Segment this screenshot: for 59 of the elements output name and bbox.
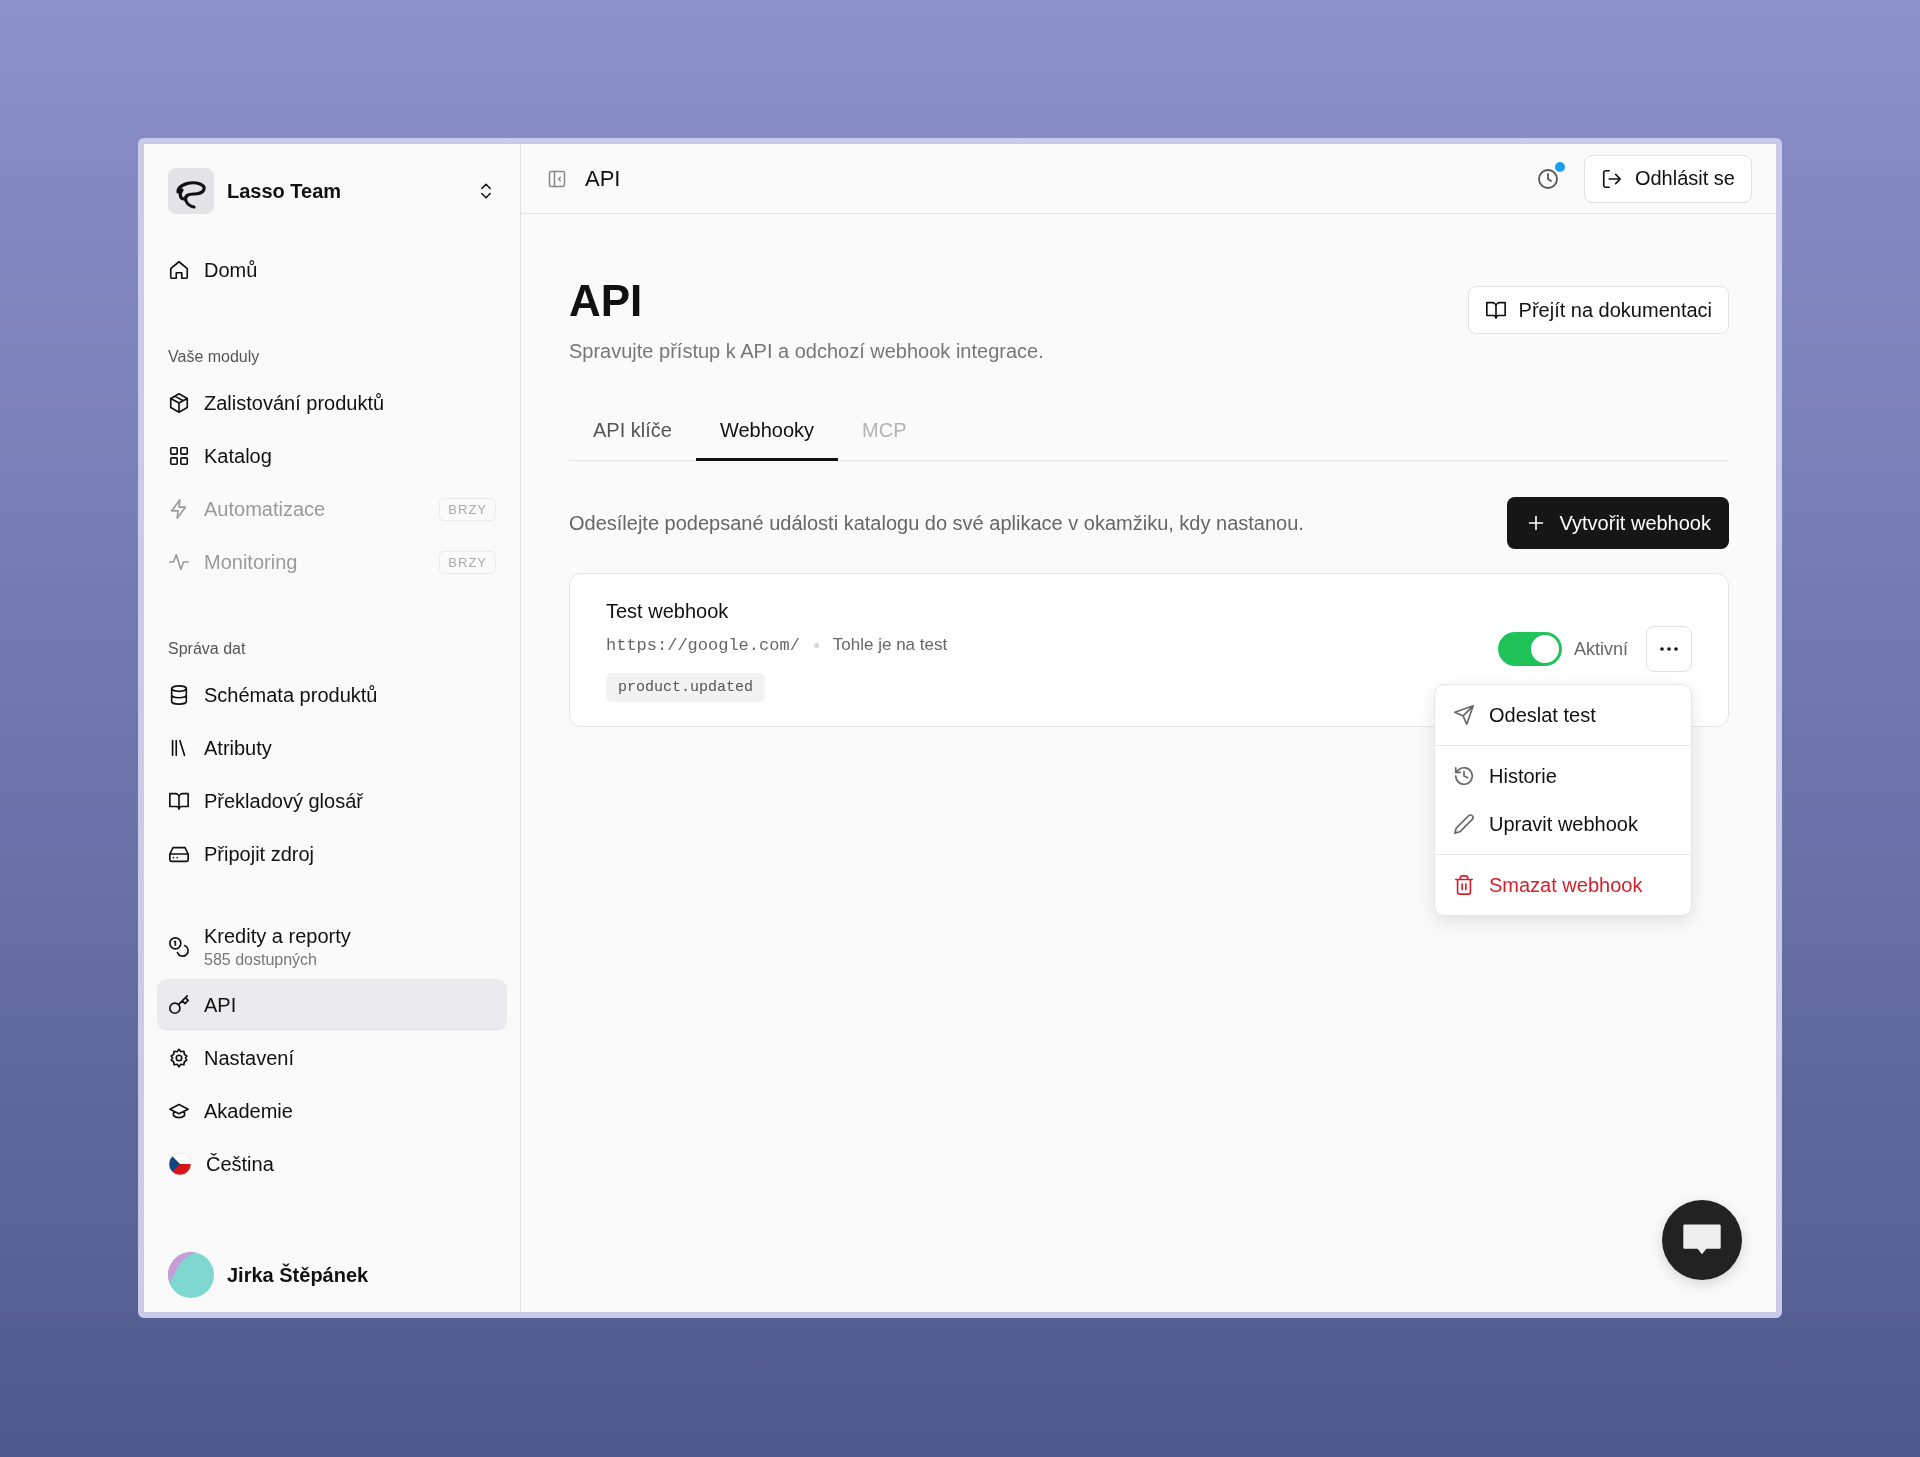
book-icon [168,790,190,812]
sidebar-toggle-icon[interactable] [547,168,567,189]
webhook-note: Tohle je na test [832,635,948,655]
clock-icon[interactable] [1535,166,1560,191]
menu-item[interactable]: Historie [1435,752,1691,800]
package-icon [168,392,190,414]
more-icon [1660,647,1678,651]
status-label: Aktivní [1573,638,1628,660]
sidebar-item[interactable]: Domů [157,244,507,296]
sidebar-item[interactable]: Překladový glosář [157,775,507,827]
avatar [168,1252,214,1298]
settings-icon [168,1047,190,1069]
sidebar-item[interactable]: Atributy [157,722,507,774]
logout-button[interactable]: Odhlásit se [1583,154,1752,203]
page-description: Spravujte přístup k API a odchozí webhook integrace. [569,340,1044,363]
toggle-switch[interactable] [1497,632,1562,666]
czech-flag-icon [168,1152,192,1176]
sidebar-item[interactable]: Nastavení [157,1032,507,1084]
section-heading: Vaše moduly [167,347,261,367]
book-icon [1484,299,1507,321]
tab[interactable]: API klíče [569,405,696,461]
page-heading: API [569,276,644,326]
coins-icon [168,936,190,958]
webhook-url: https://google.com/ [606,635,800,655]
key-icon [168,994,190,1016]
documentation-button[interactable]: Přejít na dokumentaci [1467,286,1729,334]
sidebar-item[interactable]: Čeština [157,1138,507,1190]
sidebar-item[interactable]: Akademie [157,1085,507,1137]
user-menu[interactable]: Jirka Štěpánek [144,1252,520,1298]
chat-button[interactable] [1662,1200,1742,1280]
tab[interactable]: Webhooky [695,405,839,461]
sidebar-item[interactable]: Připojit zdroj [157,828,507,880]
send-icon [1453,704,1475,726]
sidebar-item[interactable]: Zalistování produktů [157,377,507,429]
menu-item[interactable]: Odeslat test [1435,691,1691,739]
pencil-icon [1453,813,1475,835]
create-webhook-button[interactable]: Vytvořit webhook [1507,497,1729,549]
section-heading: Správa dat [167,639,247,659]
menu-item[interactable]: Smazat webhook [1435,861,1691,909]
pulse-icon [168,551,190,573]
trash-icon [1453,874,1475,896]
sidebar-item[interactable]: Kredity a reporty 585 dostupných [157,916,507,978]
logout-icon [1600,167,1623,190]
home-icon [168,259,190,281]
webhook-name: Test webhook [606,600,730,623]
separator-dot [813,642,819,648]
lasso-logo [168,168,214,214]
sidebar-item[interactable]: Katalog [157,430,507,482]
page-title: API [585,165,621,192]
sidebar-item[interactable]: Schémata produktů [157,669,507,721]
database-icon [168,684,190,706]
team-switcher[interactable]: Lasso Team [144,168,520,214]
history-icon [1453,765,1475,787]
team-name: Lasso Team [227,179,343,203]
event-tag: product.updated [606,673,766,702]
menu-item[interactable]: Upravit webhook [1435,800,1691,848]
webhooks-description: Odesílejte podepsané události katalogu do své aplikace v okamžiku, kdy nastanou. [569,511,1304,535]
grid-icon [168,445,190,467]
sidebar-item[interactable]: API [157,979,507,1031]
